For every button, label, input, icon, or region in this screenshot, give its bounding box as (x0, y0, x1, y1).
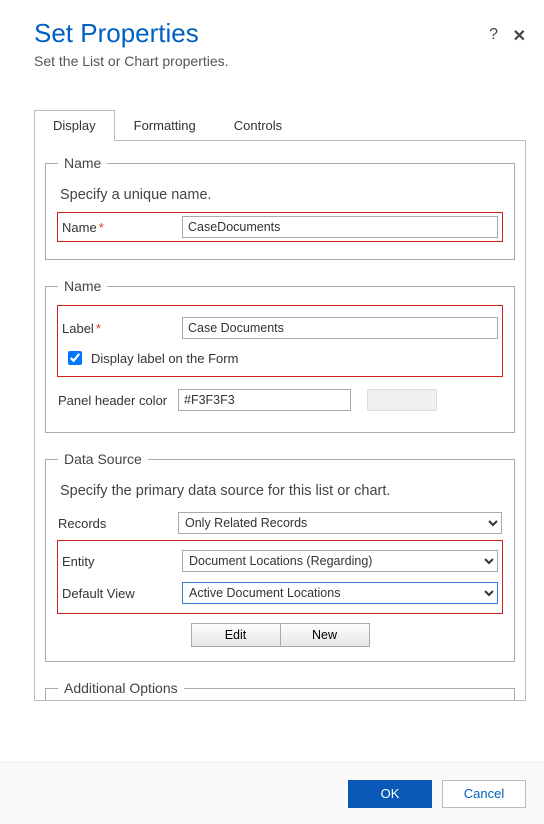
legend-additional: Additional Options (58, 680, 184, 696)
fieldset-data-source: Data Source Specify the primary data sou… (45, 451, 515, 662)
required-asterisk: * (99, 220, 104, 235)
legend-name2: Name (58, 278, 107, 294)
records-label: Records (58, 516, 178, 531)
row-entity: Entity Document Locations (Regarding) (62, 547, 498, 575)
fieldset-additional-options: Additional Options Display Search Box Di… (45, 680, 515, 701)
page-title: Set Properties (34, 18, 526, 49)
panel-color-label: Panel header color (58, 393, 178, 408)
view-button-row: Edit New (58, 623, 502, 647)
ok-button[interactable]: OK (348, 780, 432, 808)
row-label: Label* (62, 314, 498, 342)
display-label-checkbox[interactable] (68, 351, 82, 365)
new-view-button[interactable]: New (280, 623, 370, 647)
dialog-footer: OK Cancel (0, 762, 544, 824)
row-records: Records Only Related Records (58, 509, 502, 537)
tab-bar: Display Formatting Controls (34, 109, 526, 141)
legend-name1: Name (58, 155, 107, 171)
default-view-label: Default View (62, 586, 182, 601)
panel-color-swatch[interactable] (367, 389, 437, 411)
help-icon[interactable]: ? (489, 26, 498, 44)
records-select[interactable]: Only Related Records (178, 512, 502, 534)
fieldset-name-label: Name Label* Display label on the Form Pa… (45, 278, 515, 433)
entity-label: Entity (62, 554, 182, 569)
default-view-select[interactable]: Active Document Locations (182, 582, 498, 604)
tab-display[interactable]: Display (34, 110, 115, 141)
name-label: Name* (62, 220, 182, 235)
page-subtitle: Set the List or Chart properties. (34, 53, 526, 69)
entity-select[interactable]: Document Locations (Regarding) (182, 550, 498, 572)
legend-datasource: Data Source (58, 451, 148, 467)
cancel-button[interactable]: Cancel (442, 780, 526, 808)
close-icon[interactable]: ✕ (513, 26, 526, 46)
tab-formatting[interactable]: Formatting (115, 110, 215, 141)
display-label-checkbox-text: Display label on the Form (91, 351, 238, 366)
datasource-instruction: Specify the primary data source for this… (60, 483, 502, 499)
label-input[interactable] (182, 317, 498, 339)
edit-view-button[interactable]: Edit (191, 623, 281, 647)
row-panel-header-color: Panel header color (58, 386, 502, 414)
label-label: Label* (62, 321, 182, 336)
row-display-label-checkbox: Display label on the Form (64, 348, 498, 368)
fieldset-name-unique: Name Specify a unique name. Name* (45, 155, 515, 260)
row-default-view: Default View Active Document Locations (62, 579, 498, 607)
tab-controls[interactable]: Controls (215, 110, 301, 141)
required-asterisk2: * (96, 321, 101, 336)
panel-color-input[interactable] (178, 389, 351, 411)
tab-panel-display: Name Specify a unique name. Name* Name L… (34, 141, 526, 701)
name1-instruction: Specify a unique name. (60, 187, 502, 203)
name-input[interactable] (182, 216, 498, 238)
row-name: Name* (58, 213, 502, 241)
